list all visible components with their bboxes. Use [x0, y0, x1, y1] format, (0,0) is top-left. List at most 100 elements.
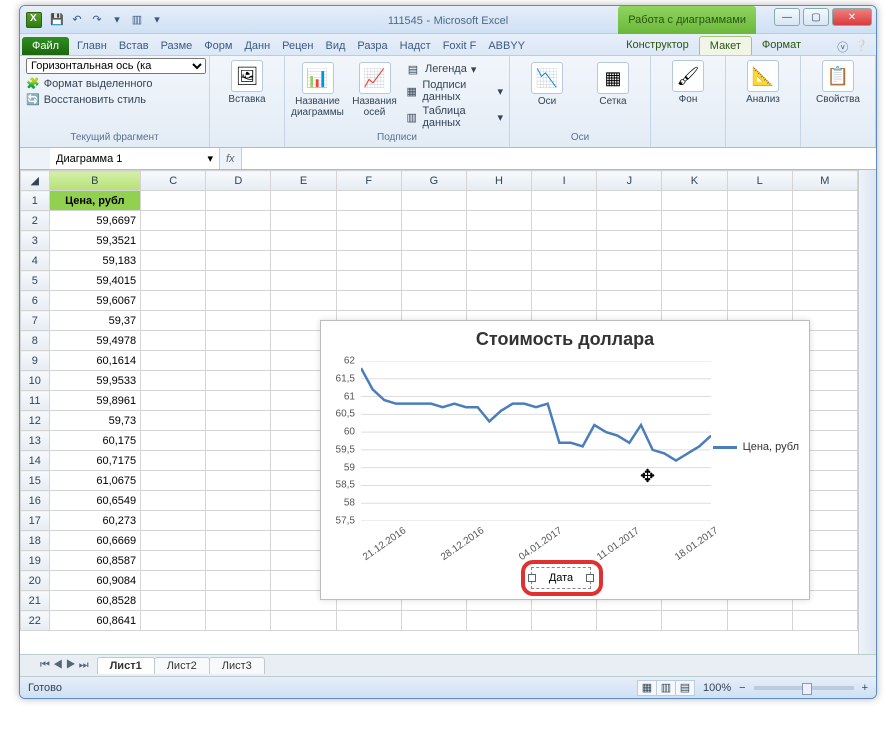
cell[interactable]	[792, 291, 857, 311]
col-header[interactable]: B	[49, 171, 141, 191]
cell[interactable]	[271, 211, 336, 231]
cell[interactable]	[532, 211, 597, 231]
row-header[interactable]: 12	[21, 411, 50, 431]
data-labels-button[interactable]: ▦Подписи данных ▾	[405, 78, 503, 104]
row-header[interactable]: 11	[21, 391, 50, 411]
cell[interactable]	[532, 231, 597, 251]
tab-home[interactable]: Главн	[71, 37, 113, 55]
cell[interactable]	[141, 391, 206, 411]
cell[interactable]	[792, 611, 857, 631]
sheet-tab[interactable]: Лист2	[154, 657, 210, 674]
row-header[interactable]: 17	[21, 511, 50, 531]
cell[interactable]: 59,183	[49, 251, 141, 271]
cell[interactable]	[206, 491, 271, 511]
cell[interactable]: 59,6067	[49, 291, 141, 311]
cell[interactable]: 59,73	[49, 411, 141, 431]
cell[interactable]	[727, 271, 792, 291]
row-header[interactable]: 1	[21, 191, 50, 211]
cell[interactable]	[206, 431, 271, 451]
cell[interactable]	[271, 251, 336, 271]
cell[interactable]: 60,8641	[49, 611, 141, 631]
chart-legend[interactable]: Цена, рубл	[713, 441, 799, 453]
legend-button[interactable]: ▤Легенда ▾	[405, 60, 503, 78]
tab-developer[interactable]: Разра	[351, 37, 393, 55]
cell[interactable]	[662, 271, 727, 291]
cell[interactable]	[792, 211, 857, 231]
chart-title-button[interactable]: 📊Название диаграммы	[291, 60, 344, 118]
cell[interactable]: 59,9533	[49, 371, 141, 391]
view-buttons[interactable]: ▦▥▤	[638, 680, 695, 696]
cell[interactable]	[206, 571, 271, 591]
maximize-button[interactable]: ▢	[803, 8, 829, 26]
tab-formulas[interactable]: Форм	[198, 37, 238, 55]
insert-button[interactable]: 🖼Вставка	[216, 58, 278, 105]
cell[interactable]	[466, 271, 531, 291]
cell[interactable]: 59,37	[49, 311, 141, 331]
cell[interactable]	[141, 251, 206, 271]
cell[interactable]	[401, 291, 466, 311]
cell[interactable]	[141, 311, 206, 331]
redo-icon[interactable]: ↷	[88, 11, 106, 29]
cell[interactable]	[792, 251, 857, 271]
cell[interactable]	[466, 231, 531, 251]
cell[interactable]	[532, 611, 597, 631]
col-header[interactable]: F	[336, 171, 401, 191]
cell[interactable]	[336, 291, 401, 311]
tab-layout[interactable]: Макет	[699, 36, 752, 55]
cell[interactable]: 60,1614	[49, 351, 141, 371]
cell[interactable]: 60,7175	[49, 451, 141, 471]
cell[interactable]: 60,6669	[49, 531, 141, 551]
cell[interactable]	[271, 291, 336, 311]
cell[interactable]	[727, 231, 792, 251]
cell[interactable]	[401, 251, 466, 271]
help-icon[interactable]: ❔	[854, 39, 868, 55]
cell[interactable]	[597, 231, 662, 251]
cell[interactable]	[206, 471, 271, 491]
tab-design[interactable]: Конструктор	[616, 36, 699, 55]
axis-titles-button[interactable]: 📈Названия осей	[348, 60, 401, 118]
cell[interactable]	[141, 371, 206, 391]
col-header[interactable]: K	[662, 171, 727, 191]
cell[interactable]	[597, 271, 662, 291]
tab-format[interactable]: Формат	[752, 36, 811, 55]
col-header[interactable]: H	[466, 171, 531, 191]
x-axis-title-editor[interactable]: Дата	[531, 567, 591, 589]
cell[interactable]	[466, 251, 531, 271]
tab-abbyy[interactable]: ABBYY	[482, 37, 531, 55]
cell[interactable]	[206, 511, 271, 531]
tab-foxit[interactable]: Foxit F	[437, 37, 483, 55]
cell[interactable]	[532, 271, 597, 291]
sheet-tab[interactable]: Лист3	[209, 657, 265, 674]
row-header[interactable]: 22	[21, 611, 50, 631]
cell[interactable]	[141, 231, 206, 251]
cell[interactable]	[141, 191, 206, 211]
cell[interactable]	[141, 211, 206, 231]
row-header[interactable]: 9	[21, 351, 50, 371]
chart-title[interactable]: Стоимость доллара	[321, 321, 809, 358]
plot-area[interactable]	[361, 361, 711, 521]
zoom-out-button[interactable]: −	[739, 682, 745, 694]
cell[interactable]	[206, 311, 271, 331]
cell[interactable]	[141, 271, 206, 291]
cell[interactable]	[597, 251, 662, 271]
cell[interactable]	[662, 611, 727, 631]
cell[interactable]	[206, 191, 271, 211]
cell[interactable]: Цена, рубл	[49, 191, 141, 211]
col-header[interactable]: C	[141, 171, 206, 191]
cell[interactable]: 59,6697	[49, 211, 141, 231]
cell[interactable]	[792, 191, 857, 211]
fx-icon[interactable]: fx	[220, 153, 241, 165]
qat-item-icon[interactable]: ▥	[128, 11, 146, 29]
row-header[interactable]: 4	[21, 251, 50, 271]
select-all[interactable]: ◢	[21, 171, 50, 191]
row-header[interactable]: 19	[21, 551, 50, 571]
name-box[interactable]: Диаграмма 1▾	[50, 148, 220, 169]
col-header[interactable]: I	[532, 171, 597, 191]
row-header[interactable]: 5	[21, 271, 50, 291]
cell[interactable]	[401, 271, 466, 291]
cell[interactable]: 59,4015	[49, 271, 141, 291]
cell[interactable]	[141, 411, 206, 431]
row-header[interactable]: 18	[21, 531, 50, 551]
tab-file[interactable]: Файл	[22, 37, 69, 55]
qat-more-icon[interactable]: ▾	[148, 11, 166, 29]
